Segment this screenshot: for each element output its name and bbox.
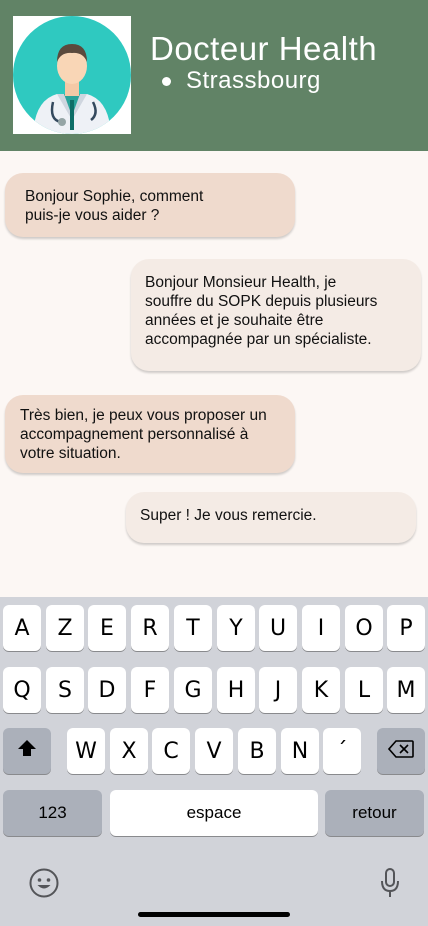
- chat-screen: Docteur Health Strassbourg Bonjour Sophi…: [0, 0, 428, 926]
- key-p[interactable]: P: [387, 605, 425, 651]
- message-incoming: Bonjour Sophie, comment puis-je vous aid…: [5, 173, 295, 237]
- message-list: Bonjour Sophie, comment puis-je vous aid…: [0, 151, 428, 597]
- key-u[interactable]: U: [259, 605, 297, 651]
- location-bullet: [162, 77, 171, 86]
- key-z[interactable]: Z: [46, 605, 84, 651]
- key-x[interactable]: X: [110, 728, 148, 774]
- key-a[interactable]: A: [3, 605, 41, 651]
- doctor-location: Strassbourg: [186, 67, 321, 94]
- message-incoming: Très bien, je peux vous proposer un acco…: [5, 395, 295, 473]
- key-i[interactable]: I: [302, 605, 340, 651]
- key-o[interactable]: O: [345, 605, 383, 651]
- key-j[interactable]: J: [259, 667, 297, 713]
- key-e[interactable]: E: [88, 605, 126, 651]
- key-m[interactable]: M: [387, 667, 425, 713]
- key-d[interactable]: D: [88, 667, 126, 713]
- message-outgoing: Super ! Je vous remercie.: [126, 492, 416, 543]
- key-l[interactable]: L: [345, 667, 383, 713]
- key-c[interactable]: C: [152, 728, 190, 774]
- backspace-icon: [387, 739, 414, 764]
- keyboard: A Z E R T Y U I O P Q S D F G H J K L M …: [0, 597, 428, 926]
- doctor-avatar-icon[interactable]: [13, 16, 131, 134]
- key-b[interactable]: B: [238, 728, 276, 774]
- key-s[interactable]: S: [46, 667, 84, 713]
- microphone-icon[interactable]: [376, 867, 404, 899]
- numbers-key[interactable]: 123: [3, 790, 102, 836]
- message-outgoing: Bonjour Monsieur Health, je souffre du S…: [131, 259, 421, 371]
- doctor-name: Docteur Health: [150, 30, 378, 67]
- delete-key[interactable]: [377, 728, 425, 774]
- key-f[interactable]: F: [131, 667, 169, 713]
- key-w[interactable]: W: [67, 728, 105, 774]
- space-key[interactable]: espace: [110, 790, 318, 836]
- return-key[interactable]: retour: [325, 790, 424, 836]
- key-y[interactable]: Y: [217, 605, 255, 651]
- key-accent[interactable]: ´: [323, 728, 361, 774]
- key-h[interactable]: H: [217, 667, 255, 713]
- home-indicator: [138, 912, 290, 917]
- chat-header: Docteur Health Strassbourg: [0, 0, 428, 151]
- key-n[interactable]: N: [281, 728, 319, 774]
- key-g[interactable]: G: [174, 667, 212, 713]
- shift-icon: [17, 738, 37, 764]
- key-r[interactable]: R: [131, 605, 169, 651]
- emoji-icon[interactable]: [28, 867, 60, 899]
- key-q[interactable]: Q: [3, 667, 41, 713]
- key-k[interactable]: K: [302, 667, 340, 713]
- shift-key[interactable]: [3, 728, 51, 774]
- key-t[interactable]: T: [174, 605, 212, 651]
- key-v[interactable]: V: [195, 728, 233, 774]
